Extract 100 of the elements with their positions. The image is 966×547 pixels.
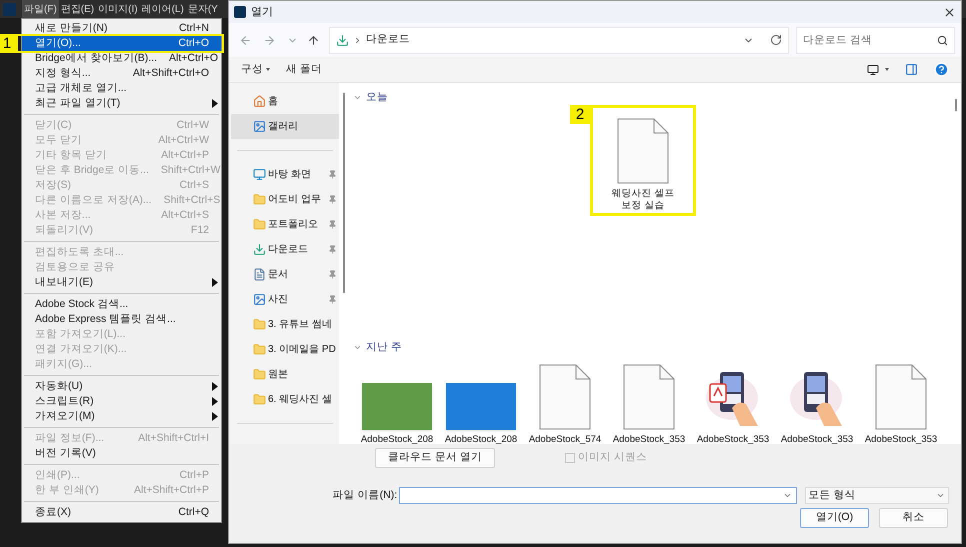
nav-item[interactable]: 3. 이메일을 PD [231, 337, 339, 362]
file-name: AdobeStock_208 [360, 434, 434, 446]
help-icon [934, 62, 949, 77]
address-bar[interactable]: 다운로드 [329, 26, 789, 54]
nav-label: 원본 [268, 368, 289, 382]
file-item[interactable]: AdobeStock_353 [861, 362, 941, 446]
menu-bar-item[interactable]: 문자(Y [186, 0, 220, 18]
dialog-button[interactable]: 취소 [879, 508, 948, 528]
menu-bar-item[interactable]: 레이어(L) [140, 0, 186, 18]
nav-item[interactable]: 문서 [231, 262, 339, 287]
panel-icon [905, 63, 918, 76]
menu-item[interactable]: 새로 만들기(N) Ctrl+N [22, 21, 221, 36]
nav-label: 6. 웨딩사진 셀 [268, 393, 333, 407]
menu-item[interactable]: 고급 개체로 열기... [22, 81, 221, 96]
blank-document-icon [875, 364, 927, 430]
menu-bar-item[interactable]: 파일(F) [22, 0, 59, 18]
cloud-documents-button[interactable]: 클라우드 문서 열기 [375, 448, 495, 468]
step-number: 2 [570, 104, 590, 124]
file-item[interactable]: AdobeStock_574 [525, 362, 605, 446]
nav-label: 사진 [268, 293, 289, 307]
folder-icon [253, 193, 266, 206]
menu-bar-item[interactable]: 편집(E) [58, 0, 96, 18]
nav-item[interactable]: 바탕 화면 [231, 162, 339, 187]
file-name: AdobeStock_353 [864, 434, 938, 446]
blank-document-icon [539, 364, 591, 430]
file-item[interactable]: AdobeStock_353 [777, 362, 857, 446]
menu-item[interactable]: 자동화(U) [22, 379, 221, 394]
file-item[interactable]: AdobeStock_208 [441, 362, 521, 446]
submenu-arrow-icon [212, 278, 218, 287]
menu-item[interactable]: 버전 기록(V) [22, 446, 221, 461]
help-button[interactable] [934, 62, 949, 77]
menu-item[interactable]: 가져오기(M) [22, 409, 221, 424]
nav-label: 어도비 업무 [268, 193, 322, 207]
menu-item[interactable]: Bridge에서 찾아보기(B)... Alt+Ctrl+O [22, 51, 221, 66]
folder-icon [253, 318, 266, 331]
file-name: AdobeStock_353 [696, 434, 770, 446]
folder-icon [253, 368, 266, 381]
menu-item[interactable]: Adobe Express 템플릿 검색... [22, 312, 221, 327]
home-icon [253, 95, 266, 108]
file-name: 웨딩사진 셀프보정 실습 [610, 188, 676, 212]
file-name: AdobeStock_353 [612, 434, 686, 446]
nav-label: 3. 유튜브 썸네 [268, 318, 333, 332]
close-icon [942, 6, 956, 18]
view-button[interactable] [867, 64, 889, 76]
menu-item[interactable]: 스크립트(R) [22, 394, 221, 409]
step-number: 1 [0, 34, 18, 53]
scrollbar[interactable] [955, 99, 957, 111]
file-name: AdobeStock_208 [444, 434, 518, 446]
file-item[interactable]: AdobeStock_353 [693, 362, 773, 446]
nav-label: 다운로드 [268, 243, 309, 257]
monitor-icon [253, 168, 266, 181]
app-logo-icon [3, 2, 16, 16]
menu-item[interactable]: 지정 형식... Alt+Shift+Ctrl+O [22, 66, 221, 81]
file-type-select[interactable]: 모든 형식 [804, 487, 949, 504]
nav-item[interactable]: 포트폴리오 [231, 212, 339, 237]
menu-item[interactable]: 최근 파일 열기(T) [22, 96, 221, 111]
menu-item[interactable]: 열기(O)... Ctrl+O [22, 36, 221, 51]
left-arrow-icon [238, 34, 252, 46]
nav-item[interactable]: 다운로드 [231, 237, 339, 262]
nav-item[interactable]: 6. 웨딩사진 셀 [231, 387, 339, 412]
nav-item[interactable]: 3. 유튜브 썸네 [231, 312, 339, 337]
chevron-icon [782, 491, 792, 500]
caret-icon [266, 68, 270, 71]
menu-bar-item[interactable]: 이미지(I) [96, 0, 140, 18]
file-name-field[interactable] [399, 487, 797, 504]
folder-icon [253, 343, 266, 356]
nav-item[interactable]: 사진 [231, 287, 339, 312]
dialog-button[interactable]: 열기(O) [800, 508, 869, 528]
nav-label: 3. 이메일을 PD [268, 343, 337, 357]
file-name: AdobeStock_353 [780, 434, 854, 446]
menu-item[interactable]: Adobe Stock 검색... [22, 297, 221, 312]
nav-item[interactable]: 어도비 업무 [231, 187, 339, 212]
toolbar-button[interactable]: 구성 [241, 62, 270, 78]
download-icon [253, 243, 266, 256]
preview-pane-button[interactable] [905, 63, 918, 76]
document-icon [253, 268, 266, 281]
picture-icon [253, 293, 266, 306]
refresh-icon[interactable] [770, 34, 782, 46]
file-item[interactable]: AdobeStock_353 [609, 362, 689, 446]
field-label: 파일 이름(N): [332, 488, 398, 503]
folder-icon [253, 393, 266, 406]
window-title: 열기 [251, 4, 274, 20]
nav-item[interactable]: 갤러리 [231, 114, 339, 139]
file-item[interactable]: 웨딩사진 셀프보정 실습 [593, 108, 693, 213]
file-item[interactable]: AdobeStock_208 [357, 362, 437, 446]
nav-item[interactable]: 홈 [231, 89, 339, 114]
chevron-icon [936, 491, 945, 500]
toolbar-button[interactable]: 새 폴더 [286, 62, 322, 78]
group-header: 지난 주 [366, 340, 402, 355]
nav-label: 문서 [268, 268, 289, 282]
nav-label: 홈 [268, 95, 279, 109]
download-icon [336, 34, 349, 46]
nav-label: 갤러리 [268, 120, 299, 134]
menu-item[interactable]: 종료(X) Ctrl+Q [22, 505, 221, 520]
nav-item[interactable]: 원본 [231, 362, 339, 387]
caret-icon [885, 68, 889, 71]
menu-item[interactable]: 내보내기(E) [22, 275, 221, 290]
scrollbar[interactable] [343, 93, 345, 293]
right-arrow-icon [262, 34, 276, 46]
search-field[interactable]: 다운로드 검색 [796, 26, 955, 54]
